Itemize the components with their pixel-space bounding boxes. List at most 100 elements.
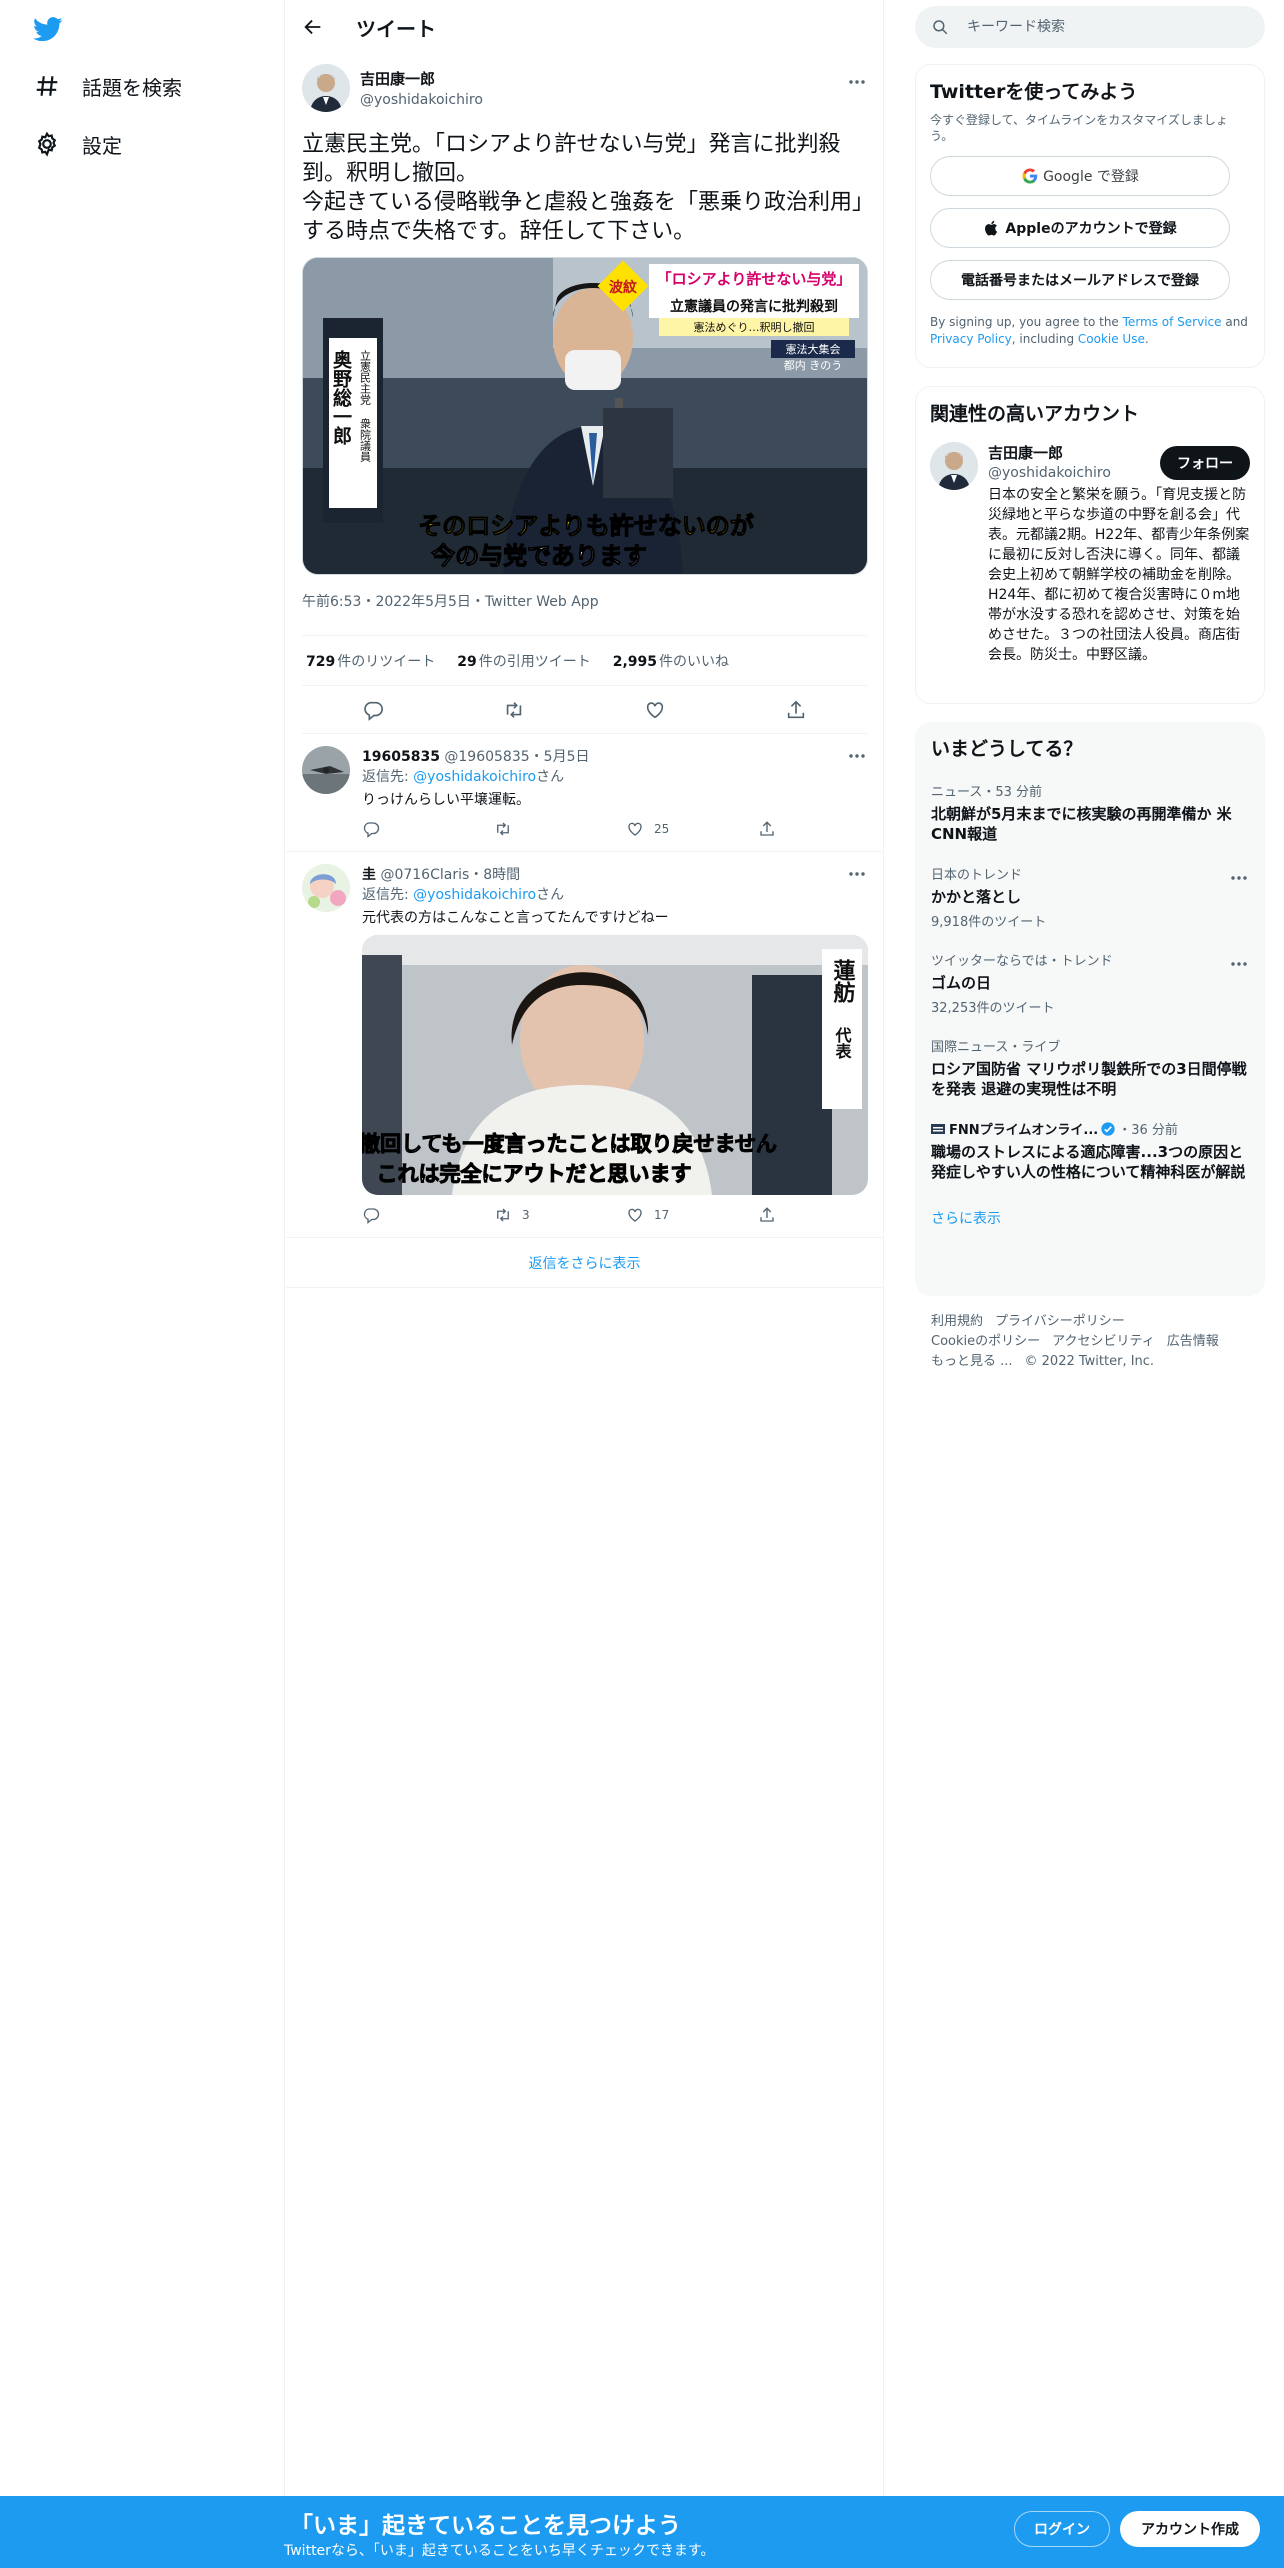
footer-more-link[interactable]: もっと見る ... bbox=[931, 1354, 1013, 1369]
reply-avatar[interactable] bbox=[302, 746, 350, 794]
more-options-icon[interactable] bbox=[847, 746, 867, 766]
reply-tweet[interactable]: 圭 @0716Claris・8時間 返信先: @yoshidakoichiroさ… bbox=[286, 852, 883, 1238]
reply-reply-button[interactable] bbox=[362, 820, 494, 838]
reply-share-button[interactable] bbox=[758, 820, 890, 838]
reply-to-prefix: 返信先: bbox=[362, 769, 414, 785]
follow-button[interactable]: フォロー bbox=[1160, 446, 1250, 480]
likes-stat[interactable]: 2,995 件のいいね bbox=[613, 651, 729, 671]
reply-author-handle[interactable]: @0716Claris bbox=[380, 867, 469, 883]
reply-to-handle[interactable]: @yoshidakoichiro bbox=[413, 769, 536, 785]
share-icon bbox=[760, 1207, 774, 1222]
signup-card-title: Twitterを使ってみよう bbox=[930, 81, 1138, 103]
trend-item[interactable]: 日本のトレンド かかと落とし 9,918件のツイート bbox=[931, 864, 1249, 930]
reply-media-role-tag: 代表 bbox=[833, 1026, 853, 1060]
reply-image[interactable]: 蓮舫 代表 撤回しても一度言ったことは取り戻せません これは完全にアウトだと思い… bbox=[362, 935, 868, 1195]
trend-item[interactable]: ニュース・53 分前 北朝鮮が5月末までに核実験の再開準備か 米CNN報道 bbox=[931, 781, 1249, 844]
reply-tweet[interactable]: 19605835 @19605835・5月5日 返信先: @yoshidakoi… bbox=[286, 734, 883, 852]
reply-icon[interactable] bbox=[362, 699, 384, 721]
footer-privacy-link[interactable]: プライバシーポリシー bbox=[995, 1314, 1125, 1329]
author-avatar[interactable] bbox=[302, 64, 350, 112]
reply-author-name[interactable]: 19605835 bbox=[362, 749, 440, 765]
cookie-use-link[interactable]: Cookie Use bbox=[1078, 332, 1145, 346]
more-options-icon[interactable] bbox=[847, 864, 867, 884]
reply-text: りっけんらしい平壌運転。 bbox=[362, 792, 530, 808]
reply-author-handle[interactable]: @19605835 bbox=[444, 749, 529, 765]
tweet-stats: 729 件のリツイート 29 件の引用ツイート 2,995 件のいいね bbox=[302, 635, 867, 686]
likes-count: 2,995 bbox=[612, 654, 658, 670]
main-header: ツイート bbox=[286, 0, 883, 54]
retweets-stat[interactable]: 729 件のリツイート bbox=[306, 651, 435, 671]
quotes-count: 29 bbox=[457, 654, 477, 670]
terms-of-service-link[interactable]: Terms of Service bbox=[1123, 315, 1222, 329]
media-subtitle-1: そのロシアよりも許せないのが bbox=[418, 512, 754, 540]
reply-retweet-button[interactable] bbox=[494, 820, 626, 838]
reply-reply-button[interactable] bbox=[362, 1206, 494, 1224]
create-account-button[interactable]: アカウント作成 bbox=[1120, 2511, 1260, 2547]
heart-icon[interactable] bbox=[644, 699, 666, 721]
retweet-icon[interactable] bbox=[503, 699, 525, 721]
nav-settings[interactable]: 設定 bbox=[34, 124, 122, 164]
footer-terms-link[interactable]: 利用規約 bbox=[931, 1314, 983, 1329]
twitter-logo-icon[interactable] bbox=[32, 14, 64, 44]
related-account[interactable]: 吉田康一郎 @yoshidakoichiro 日本の安全と繁栄を願う。「育児支援… bbox=[930, 442, 1250, 665]
apple-icon bbox=[985, 220, 998, 236]
reply-retweet-count: 3 bbox=[522, 1208, 530, 1222]
reply-like-button[interactable]: 17 bbox=[626, 1206, 758, 1224]
phone-email-signup-button[interactable]: 電話番号またはメールアドレスで登録 bbox=[930, 260, 1230, 300]
reply-retweet-button[interactable]: 3 bbox=[494, 1206, 626, 1224]
left-navigation: 話題を検索 設定 bbox=[0, 0, 285, 2496]
google-signup-button[interactable]: Google で登録 bbox=[930, 156, 1230, 196]
reply-author-name[interactable]: 圭 bbox=[362, 867, 376, 883]
share-icon bbox=[760, 821, 774, 836]
trend-context: ニュース・53 分前 bbox=[931, 785, 1043, 800]
reply-to-line: 返信先: @yoshidakoichiroさん bbox=[362, 884, 890, 904]
search-input[interactable] bbox=[967, 19, 1247, 35]
tweet-image[interactable]: 波紋 「ロシアより許せない与党」 立憲議員の発言に批判殺到 憲法めぐり…釈明し撤… bbox=[302, 257, 868, 575]
phone-email-signup-label: 電話番号またはメールアドレスで登録 bbox=[961, 273, 1199, 289]
author-handle[interactable]: @yoshidakoichiro bbox=[360, 92, 483, 108]
reply-to-handle[interactable]: @yoshidakoichiro bbox=[413, 887, 536, 903]
media-event: 憲法大集会 bbox=[786, 342, 841, 356]
reply-avatar[interactable] bbox=[302, 864, 350, 912]
more-options-icon[interactable] bbox=[1229, 868, 1249, 888]
more-options-icon[interactable] bbox=[1229, 954, 1249, 974]
trend-item[interactable]: ツイッターならでは・トレンド ゴムの日 32,253件のツイート bbox=[931, 950, 1249, 1016]
login-button[interactable]: ログイン bbox=[1014, 2511, 1110, 2547]
footer-ads-link[interactable]: 広告情報 bbox=[1167, 1334, 1219, 1349]
tweet-timestamp[interactable]: 午前6:53・2022年5月5日・Twitter Web App bbox=[302, 591, 867, 611]
terms-and: and bbox=[1221, 315, 1248, 329]
trend-item[interactable]: 国際ニュース・ライブ ロシア国防省 マリウポリ製鉄所での3日間停戦を発表 退避の… bbox=[931, 1036, 1249, 1099]
show-more-replies-link[interactable]: 返信をさらに表示 bbox=[286, 1238, 883, 1288]
reply-to-suffix: さん bbox=[536, 769, 565, 785]
nav-explore[interactable]: 話題を検索 bbox=[34, 66, 182, 106]
related-avatar[interactable] bbox=[930, 442, 978, 490]
reply-like-button[interactable]: 25 bbox=[626, 820, 758, 838]
footer-accessibility-link[interactable]: アクセシビリティ bbox=[1052, 1334, 1155, 1349]
gear-icon bbox=[37, 131, 57, 157]
apple-signup-button[interactable]: Appleのアカウントで登録 bbox=[930, 208, 1230, 248]
page-title: ツイート bbox=[356, 16, 436, 41]
search-bar[interactable] bbox=[915, 6, 1265, 48]
nav-settings-label: 設定 bbox=[82, 133, 122, 158]
reply-time[interactable]: ・8時間 bbox=[469, 867, 520, 883]
nav-explore-label: 話題を検索 bbox=[82, 75, 182, 100]
trend-title: ロシア国防省 マリウポリ製鉄所での3日間停戦を発表 退避の実現性は不明 bbox=[931, 1060, 1247, 1098]
footer-copyright: © 2022 Twitter, Inc. bbox=[1024, 1354, 1155, 1369]
footer-cookie-link[interactable]: Cookieのポリシー bbox=[931, 1334, 1040, 1349]
footer-links: 利用規約 プライバシーポリシー Cookieのポリシー アクセシビリティ 広告情報 も… bbox=[931, 1312, 1251, 1372]
back-arrow-icon[interactable] bbox=[302, 16, 324, 38]
more-options-icon[interactable] bbox=[847, 72, 867, 92]
retweets-label: 件のリツイート bbox=[337, 654, 436, 670]
tweet-text: 立憲民主党。「ロシアより許せない与党」発言に批判殺到。釈明し撤回。 今起きている… bbox=[302, 132, 864, 244]
reply-to-prefix: 返信先: bbox=[362, 887, 414, 903]
quotes-stat[interactable]: 29 件の引用ツイート bbox=[457, 651, 590, 671]
privacy-policy-link[interactable]: Privacy Policy bbox=[930, 332, 1012, 346]
trend-context: 国際ニュース・ライブ bbox=[931, 1040, 1061, 1055]
show-more-trends-link[interactable]: さらに表示 bbox=[931, 1208, 1249, 1228]
signup-card-subtitle: 今すぐ登録して、タイムラインをカスタマイズしましょう。 bbox=[930, 113, 1228, 143]
reply-share-button[interactable] bbox=[758, 1206, 890, 1224]
author-name[interactable]: 吉田康一郎 bbox=[360, 68, 483, 89]
reply-time[interactable]: ・5月5日 bbox=[530, 749, 590, 765]
trend-news-item[interactable]: FNNプライムオンライ... ・36 分前 職場のストレスによる適応障害...3… bbox=[931, 1119, 1249, 1182]
share-icon[interactable] bbox=[785, 699, 807, 721]
